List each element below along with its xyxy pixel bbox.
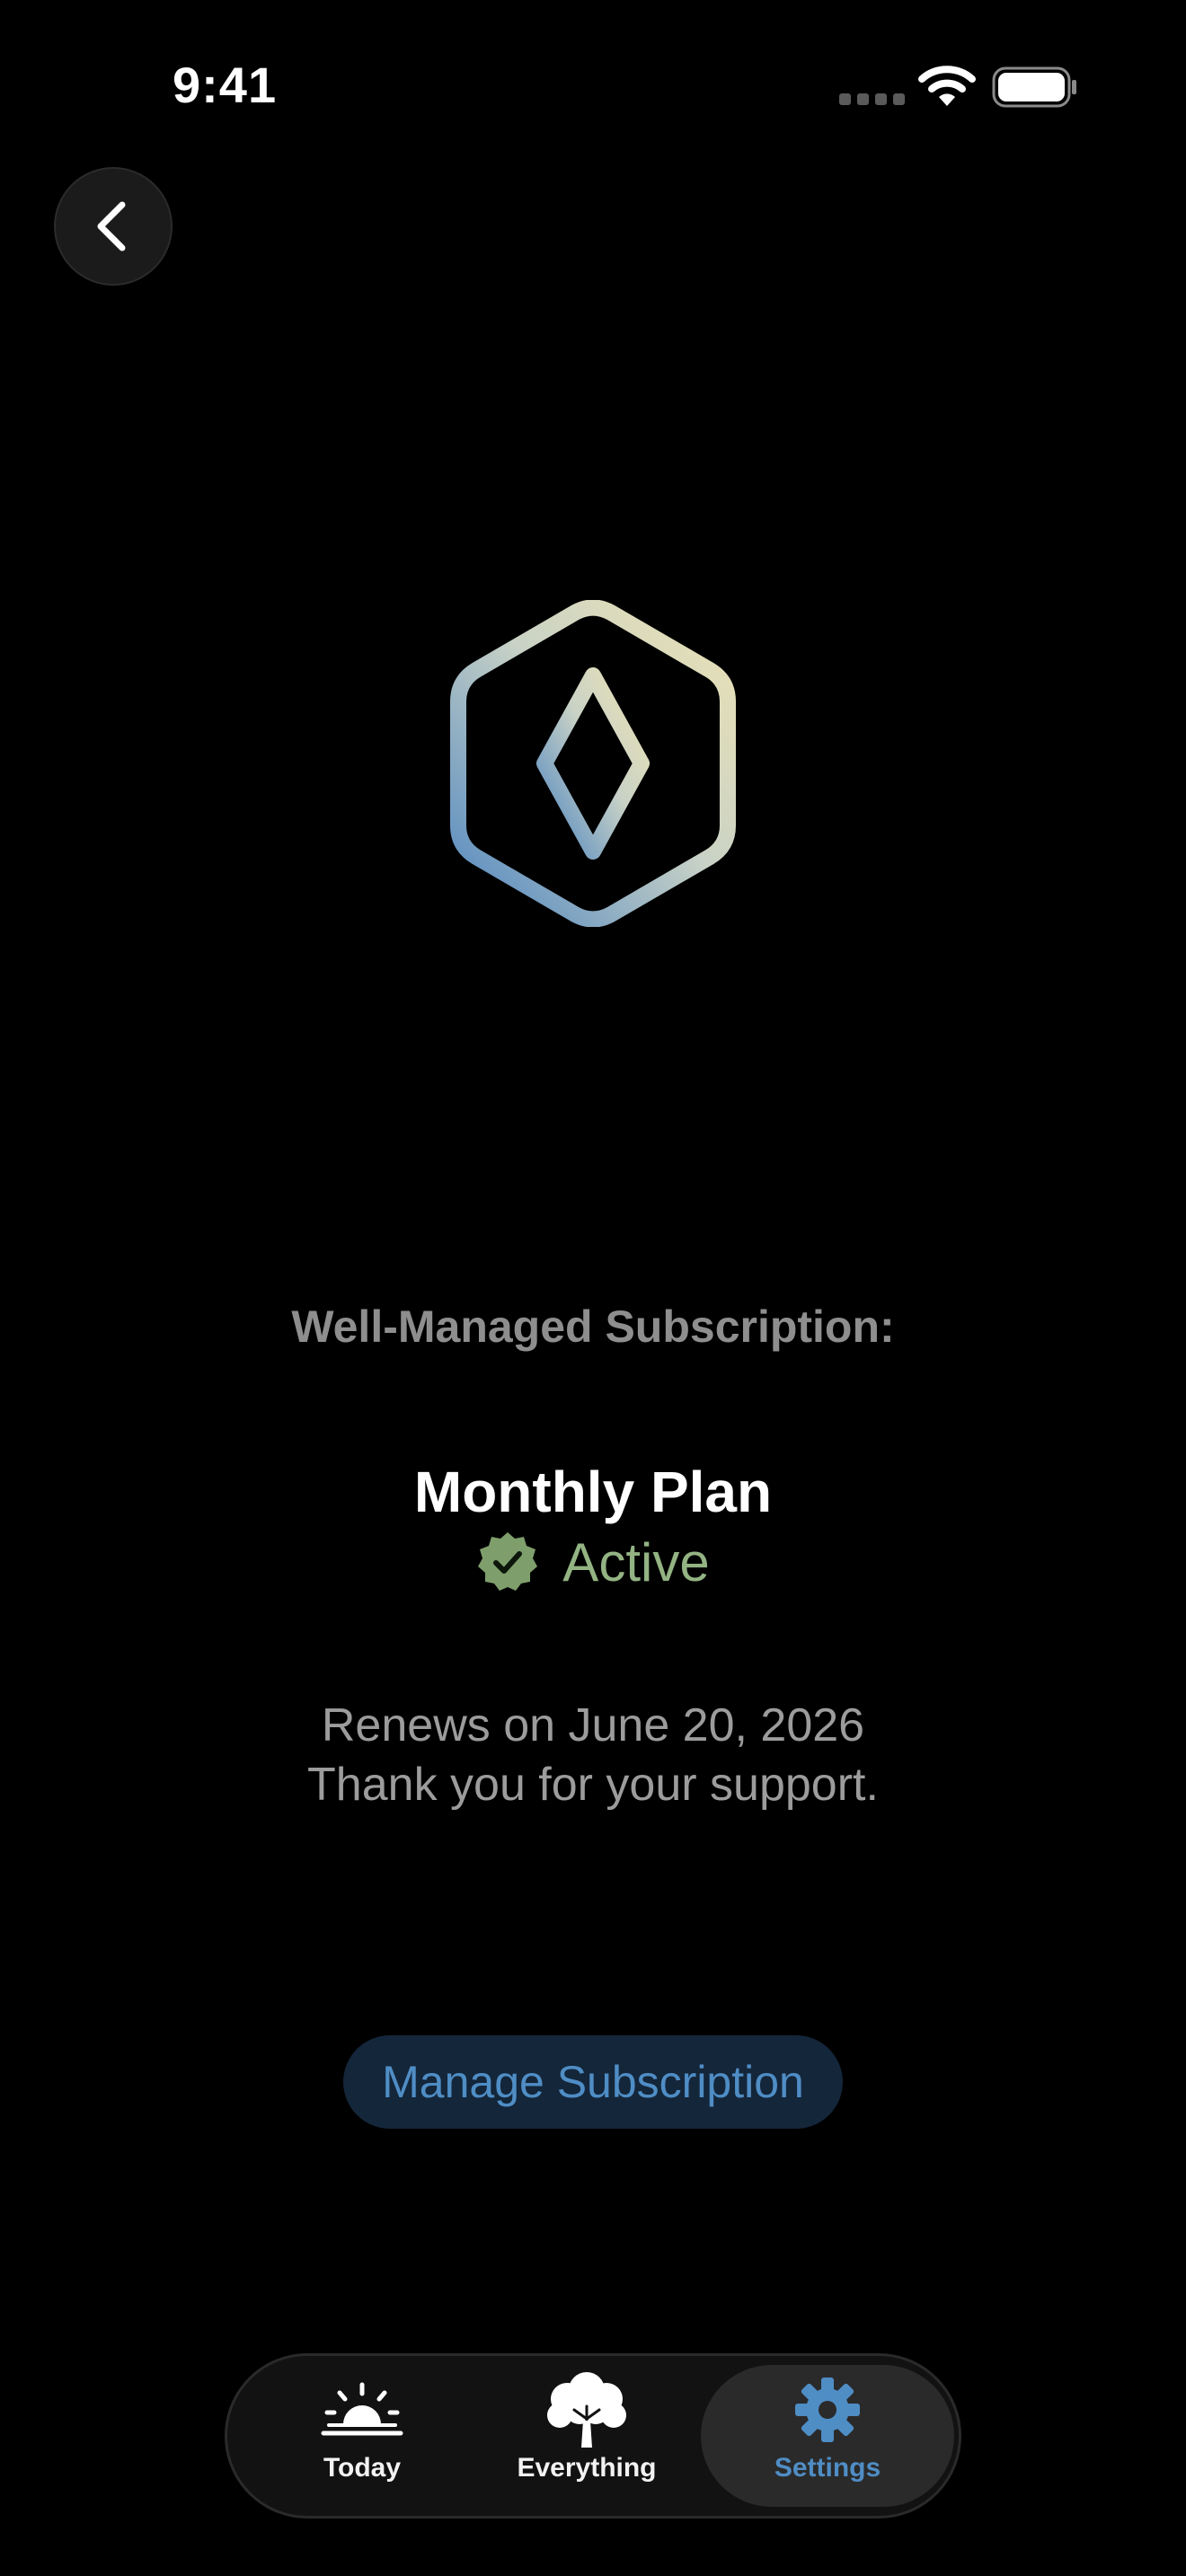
back-button[interactable]: [54, 167, 173, 286]
wifi-icon: [918, 66, 976, 106]
sunrise-icon: [321, 2382, 403, 2436]
gear-icon: [795, 2378, 860, 2442]
renewal-date: Renews on June 20, 2026: [321, 1699, 865, 1751]
tab-settings-label: Settings: [774, 2453, 881, 2483]
subscription-heading: Well-Managed Subscription:: [291, 1301, 895, 1352]
tab-everything-label: Everything: [517, 2453, 657, 2483]
plan-name: Monthly Plan: [413, 1460, 773, 1524]
status-bar: 9:41: [0, 0, 1186, 180]
thanks-message: Thank you for your support.: [307, 1759, 879, 1811]
app-logo: [450, 600, 736, 927]
manage-subscription-button[interactable]: Manage Subscription: [343, 2035, 843, 2129]
tree-icon: [547, 2372, 626, 2448]
subscription-status: Active: [0, 1531, 1186, 1593]
status-label: Active: [562, 1531, 710, 1592]
tab-today[interactable]: Today: [272, 2365, 452, 2507]
tab-settings[interactable]: Settings: [701, 2365, 954, 2507]
tab-today-label: Today: [323, 2453, 402, 2483]
cellular-signal-icon: [839, 93, 905, 105]
battery-icon: [992, 66, 1076, 108]
tab-bar: Today Everything Settings: [225, 2353, 961, 2519]
chevron-left-icon: [97, 201, 126, 251]
tab-everything[interactable]: Everything: [488, 2365, 686, 2507]
status-time: 9:41: [173, 57, 278, 113]
verified-check-badge-icon: [478, 1532, 538, 1591]
